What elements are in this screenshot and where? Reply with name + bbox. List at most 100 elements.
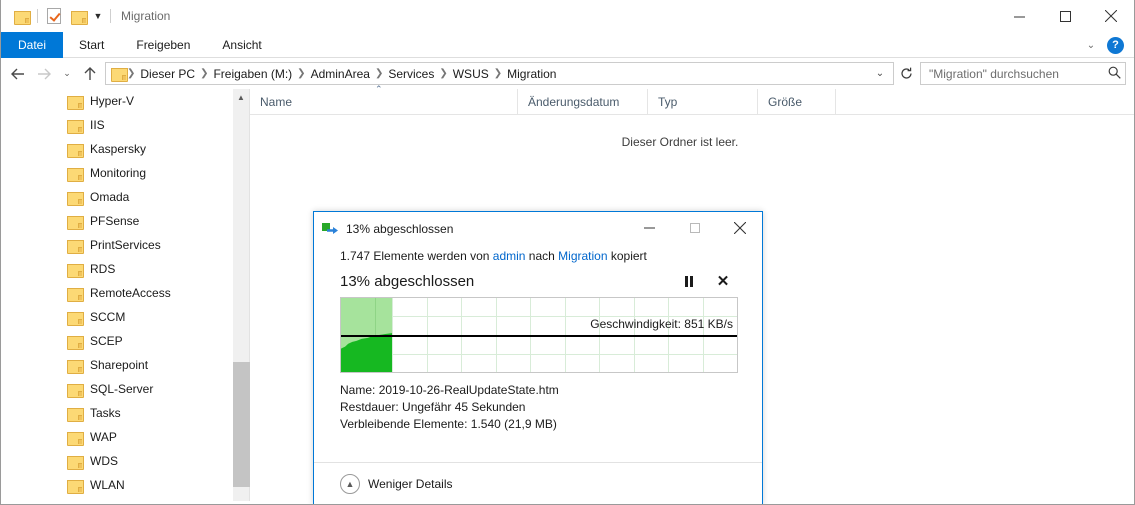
search-input[interactable]: "Migration" durchsuchen [920,62,1126,85]
sidebar-item-wlan[interactable]: WLAN [1,473,232,497]
sidebar-item-sql-server[interactable]: SQL-Server [1,377,232,401]
sidebar-item-label: PrintServices [90,238,161,252]
sidebar-item-wap[interactable]: WAP [1,425,232,449]
sidebar-item-printservices[interactable]: PrintServices [1,233,232,257]
sidebar-item-label: SCCM [90,310,126,324]
dialog-maximize-button[interactable] [672,212,717,243]
copy-icon [322,222,339,236]
sort-ascending-icon: ⌃ [375,84,383,94]
sidebar-item-omada[interactable]: Omada [1,185,232,209]
column-header-name[interactable]: Name ⌃ [250,84,518,114]
transfer-details: Name: 2019-10-26-RealUpdateState.htm Res… [340,382,740,433]
folder-icon [67,119,84,134]
breadcrumb-separator: ❯ [374,67,384,79]
scrollbar-thumb[interactable] [233,362,250,487]
folder-icon [67,407,84,422]
breadcrumb-item-0[interactable]: Dieser PC [136,67,199,81]
cancel-icon[interactable]: ✕ [706,270,740,292]
forward-button[interactable] [31,61,57,87]
ribbon-right-controls: ⌄ ? [1081,32,1130,58]
dialog-close-button[interactable] [717,212,762,243]
search-placeholder: "Migration" durchsuchen [929,66,1059,81]
dialog-minimize-button[interactable] [627,212,672,243]
up-button[interactable] [77,61,103,87]
tab-freigeben[interactable]: Freigeben [120,32,206,58]
scroll-up-icon[interactable]: ▲ [233,89,249,106]
sidebar-item-sharepoint[interactable]: Sharepoint [1,353,232,377]
copy-target-link[interactable]: Migration [558,249,607,263]
breadcrumb-item-2[interactable]: AdminArea [307,67,374,81]
column-header-size[interactable]: Größe [758,89,836,114]
progress-percent-label: 13% abgeschlossen [340,272,475,290]
refresh-icon[interactable] [894,62,918,85]
folder-icon[interactable] [9,4,33,28]
detail-value: 2019-10-26-RealUpdateState.htm [378,383,559,397]
address-folder-icon [111,67,128,82]
recent-locations-icon[interactable]: ⌄ [57,61,77,87]
sidebar-item-sccm[interactable]: SCCM [1,305,232,329]
sidebar-item-tasks[interactable]: Tasks [1,401,232,425]
sidebar-item-label: Tasks [90,406,121,420]
navigation-pane-scrollbar[interactable]: ▲ [232,89,250,501]
sidebar-item-pfsense[interactable]: PFSense [1,209,232,233]
folder-icon [67,143,84,158]
address-bar[interactable]: ❯ Dieser PC ❯ Freigaben (M:) ❯ AdminArea… [105,62,894,85]
breadcrumb-separator: ❯ [439,67,448,79]
chevron-down-icon[interactable]: ▼ [90,4,106,28]
properties-icon[interactable] [42,4,66,28]
folder-icon [67,95,84,110]
sidebar-item-wds[interactable]: WDS [1,449,232,473]
pause-icon[interactable] [672,270,706,292]
tab-ansicht[interactable]: Ansicht [206,32,277,58]
window-controls [996,0,1134,32]
detail-key: Verbleibende Elemente: [340,417,468,431]
search-icon[interactable] [1108,66,1121,82]
sidebar-item-iis[interactable]: IIS [1,113,232,137]
sidebar-item-monitoring[interactable]: Monitoring [1,161,232,185]
sidebar-item-label: Omada [90,190,130,204]
breadcrumb-item-1[interactable]: Freigaben (M:) [209,67,296,81]
detail-row-name: Name: 2019-10-26-RealUpdateState.htm [340,382,740,399]
back-button[interactable] [5,61,31,87]
chevron-down-icon[interactable]: ⌄ [871,68,889,79]
help-icon[interactable]: ? [1107,36,1124,54]
folder-icon [67,311,84,326]
folder-icon [67,431,84,446]
dialog-title-bar: 13% abgeschlossen [314,212,762,245]
tab-datei[interactable]: Datei [1,32,64,58]
transfer-speed-graph: Geschwindigkeit: 851 KB/s [340,297,738,373]
dialog-body: 1.747 Elemente werden von admin nach Mig… [314,249,762,433]
folder-icon [67,191,84,206]
ribbon-tab-bar: Datei Start Freigeben Ansicht ⌄ ? [1,32,1134,58]
toolbar-divider-2 [110,9,111,23]
close-button[interactable] [1088,0,1134,32]
sidebar-item-remoteaccess[interactable]: RemoteAccess [1,281,232,305]
copy-source-link[interactable]: admin [493,249,526,263]
breadcrumb-separator: ❯ [297,67,306,79]
less-details-label[interactable]: Weniger Details [368,477,452,491]
breadcrumb-item-3[interactable]: Services [384,67,438,81]
sidebar-item-label: IIS [90,118,105,132]
maximize-button[interactable] [1042,0,1088,32]
tab-start[interactable]: Start [63,32,120,58]
folder-icon [67,263,84,278]
chevron-down-icon[interactable]: ⌄ [1081,35,1101,55]
detail-row-remaining-time: Restdauer: Ungefähr 45 Sekunden [340,399,740,416]
chevron-up-circle-icon[interactable]: ▲ [340,473,360,494]
column-header-date[interactable]: Änderungsdatum [518,89,648,114]
breadcrumb-item-5[interactable]: Migration [503,67,560,81]
minimize-button[interactable] [996,0,1042,32]
breadcrumb-item-4[interactable]: WSUS [449,67,493,81]
folder-icon [67,167,84,182]
detail-row-remaining-items: Verbleibende Elemente: 1.540 (21,9 MB) [340,416,740,433]
breadcrumb-separator: ❯ [493,67,503,79]
toolbar-divider [37,9,38,23]
copy-progress-dialog: 13% abgeschlossen 1.747 Elemente werden … [313,211,763,504]
column-header-type[interactable]: Typ [648,89,758,114]
sidebar-item-rds[interactable]: RDS [1,257,232,281]
detail-key: Name: [340,383,376,397]
new-folder-icon[interactable] [66,4,90,28]
sidebar-item-hyper-v[interactable]: Hyper-V [1,89,232,113]
sidebar-item-kaspersky[interactable]: Kaspersky [1,137,232,161]
sidebar-item-scep[interactable]: SCEP [1,329,232,353]
